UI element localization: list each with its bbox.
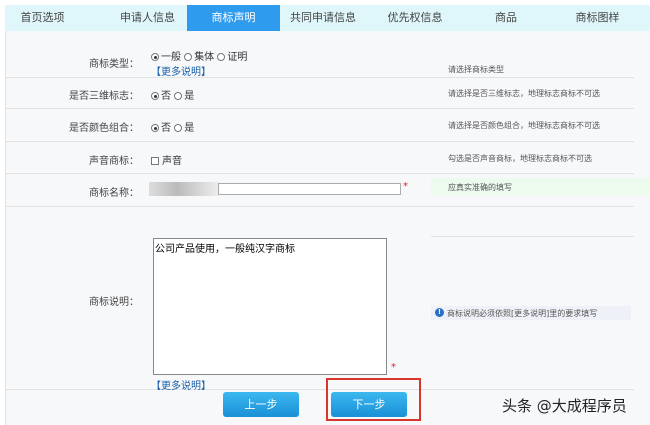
trademark-description-textarea[interactable]: 公司产品使用，一般纯汉字商标 <box>153 238 387 375</box>
row-3d: 是否三维标志： 否 是 请选择是否三维标志，地理标志商标不可选 <box>6 78 634 109</box>
row-description: 商标说明： 公司产品使用，一般纯汉字商标 * 【更多说明】 ! 商标说明必须依照… <box>6 207 634 392</box>
radio-label: 否 <box>161 123 171 134</box>
tab-bar: 首页选项 申请人信息 商标声明 共同申请信息 优先权信息 商品 商标图样 <box>5 5 650 31</box>
radio-color-no[interactable] <box>151 124 159 132</box>
checkbox-label: 声音 <box>162 156 182 167</box>
radio-general[interactable] <box>151 53 159 61</box>
radio-3d-yes[interactable] <box>174 92 183 100</box>
radio-certification[interactable] <box>217 53 226 61</box>
name-hint-box: 应真实准确的填写 <box>431 178 650 195</box>
tab-goods[interactable]: 商品 <box>465 5 547 31</box>
blurred-name-prefix <box>149 182 219 196</box>
tab-home-options[interactable]: 首页选项 <box>5 5 80 31</box>
description-hint-box: ! 商标说明必须依照[更多说明]里的要求填写 <box>431 306 631 320</box>
radio-label: 一般 <box>161 52 181 63</box>
divider <box>431 236 634 237</box>
row-trademark-type: 商标类型： 一般 集体 证明 【更多说明】 请选择商标类型 <box>6 31 634 78</box>
hint-description: 商标说明必须依照[更多说明]里的要求填写 <box>447 309 598 318</box>
hint-name: 应真实准确的填写 <box>448 183 512 192</box>
tab-trademark-declaration[interactable]: 商标声明 <box>187 5 280 31</box>
row-name: 商标名称： * 应真实准确的填写 <box>6 174 650 207</box>
next-step-button[interactable]: 下一步 <box>331 392 407 417</box>
label-trademark-type: 商标类型： <box>89 59 139 70</box>
tab-applicant-info[interactable]: 申请人信息 <box>100 5 195 31</box>
radio-label: 否 <box>161 91 171 102</box>
label-sound: 声音商标： <box>89 156 139 167</box>
radio-label: 集体 <box>194 52 215 63</box>
radio-3d-no[interactable] <box>151 92 159 100</box>
radio-label: 是 <box>184 91 195 102</box>
sound-checkbox-group: 声音 <box>151 152 182 167</box>
tab-priority-info[interactable]: 优先权信息 <box>370 5 460 31</box>
required-mark: * <box>403 181 408 192</box>
radio-color-yes[interactable] <box>174 124 183 132</box>
required-mark: * <box>391 362 396 373</box>
row-sound: 声音商标： 声音 勾选是否声音商标，地理标志商标不可选 <box>6 142 634 174</box>
more-info-link-bottom[interactable]: 【更多说明】 <box>151 377 211 392</box>
trademark-name-input[interactable] <box>218 183 401 195</box>
color-radio-group: 否 是 <box>151 119 194 134</box>
hint-sound: 勾选是否声音商标，地理标志商标不可选 <box>448 154 592 163</box>
label-name: 商标名称： <box>89 188 139 199</box>
label-3d: 是否三维标志： <box>69 91 139 102</box>
radio-label: 是 <box>184 123 195 134</box>
hint-3d: 请选择是否三维标志，地理标志商标不可选 <box>448 89 600 98</box>
hint-type: 请选择商标类型 <box>448 65 504 74</box>
row-color: 是否颜色组合： 否 是 请选择是否颜色组合，地理标志商标不可选 <box>6 109 634 142</box>
label-color: 是否颜色组合： <box>69 123 139 134</box>
label-description: 商标说明： <box>89 297 139 308</box>
sound-checkbox[interactable] <box>151 157 159 165</box>
info-icon: ! <box>435 308 444 317</box>
radio-label: 证明 <box>227 52 248 63</box>
tab-trademark-image[interactable]: 商标图样 <box>555 5 640 31</box>
more-info-link[interactable]: 【更多说明】 <box>151 63 211 78</box>
form-panel: 商标类型： 一般 集体 证明 【更多说明】 请选择商标类型 是否三维标志： 否 … <box>5 31 650 425</box>
type-radio-group: 一般 集体 证明 <box>151 48 247 63</box>
watermark: 头条 @大成程序员 <box>502 397 627 415</box>
prev-step-button[interactable]: 上一步 <box>223 392 299 417</box>
3d-radio-group: 否 是 <box>151 87 194 102</box>
hint-color: 请选择是否颜色组合，地理标志商标不可选 <box>448 121 600 130</box>
tab-joint-applicant[interactable]: 共同申请信息 <box>280 5 366 31</box>
radio-collective[interactable] <box>184 53 193 61</box>
